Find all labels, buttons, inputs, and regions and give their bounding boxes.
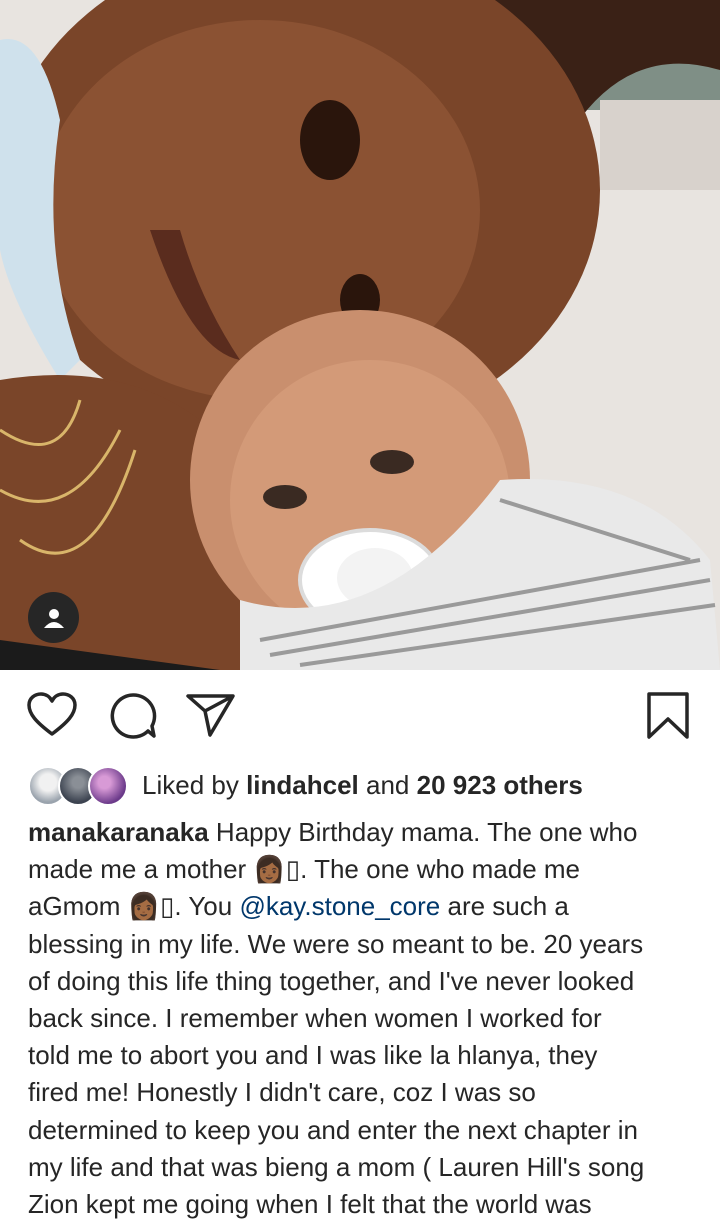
caption-text: aGmom 👩🏾▯. You	[28, 891, 233, 922]
post-photo[interactable]	[0, 0, 720, 670]
caption-username[interactable]: manakaranaka	[28, 817, 209, 847]
likes-text: Liked by lindahcel and 20 923 others	[142, 770, 583, 801]
liker-avatars	[28, 766, 128, 806]
caption-line: told me to abort you and I was like la h…	[28, 1040, 598, 1071]
caption-line: back since. I remember when women I work…	[28, 1003, 602, 1034]
avatar	[88, 766, 128, 806]
caption-line: determined to keep you and enter the nex…	[28, 1114, 638, 1145]
user-tag-button[interactable]	[28, 592, 79, 643]
comment-icon	[110, 693, 157, 739]
share-icon	[186, 694, 235, 737]
caption-text: are such a	[447, 891, 569, 922]
caption-line: aGmom 👩🏾▯. You @kay.stone_core are such …	[28, 888, 708, 925]
heart-icon	[27, 692, 77, 736]
caption-line: my life and that was bieng a mom ( Laure…	[28, 1151, 645, 1182]
likes-summary[interactable]: Liked by lindahcel and 20 923 others	[28, 765, 583, 806]
post-caption: manakaranaka Happy Birthday mama. The on…	[28, 814, 708, 1223]
caption-line: Zion kept me going when I felt that the …	[28, 1189, 592, 1220]
like-button[interactable]	[26, 692, 78, 743]
bookmark-icon	[647, 692, 689, 739]
caption-line: made me a mother 👩🏾▯. The one who made m…	[28, 854, 581, 885]
caption-line: manakaranaka Happy Birthday mama. The on…	[28, 814, 708, 851]
caption-line: blessing in my life. We were so meant to…	[28, 928, 644, 959]
likes-count[interactable]: 20 923 others	[417, 770, 583, 800]
liker-username[interactable]: lindahcel	[246, 770, 359, 800]
post-photo-illustration	[0, 0, 720, 670]
person-icon	[43, 608, 64, 628]
caption-mention-link[interactable]: @kay.stone_core	[239, 891, 440, 921]
comment-button[interactable]	[108, 692, 158, 745]
caption-text: Happy Birthday mama. The one who	[215, 817, 638, 847]
likes-prefix: Liked by	[142, 769, 239, 800]
share-button[interactable]	[186, 692, 236, 743]
post-actions-bar	[0, 670, 720, 760]
caption-line: of doing this life thing together, and I…	[28, 965, 635, 996]
save-button[interactable]	[646, 692, 690, 745]
likes-middle: and	[366, 769, 410, 800]
caption-line: fired me! Honestly I didn't care, coz I …	[28, 1077, 536, 1108]
